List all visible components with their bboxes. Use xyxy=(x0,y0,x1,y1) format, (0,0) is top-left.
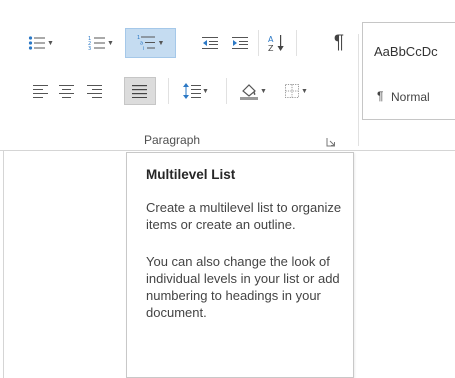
chevron-down-icon: ▼ xyxy=(157,39,165,47)
align-center-button[interactable] xyxy=(56,80,78,102)
style-name-normal: Normal xyxy=(391,90,430,104)
toolbar-separator xyxy=(296,30,297,56)
toolbar-separator xyxy=(258,30,259,56)
toolbar-separator xyxy=(168,78,169,104)
tooltip-title: Multilevel List xyxy=(146,167,236,182)
increase-indent-icon xyxy=(232,37,248,49)
svg-text:i: i xyxy=(143,46,144,52)
multilevel-list-tooltip: Multilevel List Create a multilevel list… xyxy=(126,152,354,378)
styles-gallery[interactable]: AaBbCcDc ¶ Normal xyxy=(362,22,455,120)
align-left-button[interactable] xyxy=(30,80,52,102)
multilevel-list-icon: 1 a i xyxy=(137,35,155,52)
paragraph-ribbon-group: ▼ 1 2 3 ▼ 1 a i ▼ A Z ¶ ▼ ▼ ▼ Paragraph … xyxy=(0,0,455,151)
numbered-list-icon: 1 2 3 xyxy=(88,36,106,51)
group-separator xyxy=(358,34,359,146)
bullet-list-icon xyxy=(28,36,46,50)
decrease-indent-button[interactable] xyxy=(196,32,224,54)
bullets-button[interactable]: ▼ xyxy=(24,32,58,54)
svg-text:Z: Z xyxy=(268,44,274,53)
style-sample-text: AaBbCcDc xyxy=(374,44,438,59)
borders-button[interactable]: ▼ xyxy=(276,80,316,102)
tooltip-description: Create a multilevel list to organize ite… xyxy=(146,200,342,232)
shading-button[interactable]: ▼ xyxy=(234,80,272,102)
align-left-icon xyxy=(33,85,48,98)
justify-button[interactable] xyxy=(124,77,156,105)
align-right-icon xyxy=(87,85,102,98)
toolbar-separator xyxy=(226,78,227,104)
sort-az-icon: A Z xyxy=(268,35,284,53)
tooltip-details: You can also change the look of individu… xyxy=(146,254,340,320)
svg-text:3: 3 xyxy=(88,46,91,51)
multilevel-list-button[interactable]: 1 a i ▼ xyxy=(125,28,176,58)
show-hide-button[interactable]: ¶ xyxy=(326,30,352,56)
svg-text:A: A xyxy=(268,35,274,44)
dialog-launcher-icon[interactable] xyxy=(326,137,336,147)
line-spacing-button[interactable]: ▼ xyxy=(176,80,216,102)
chevron-down-icon: ▼ xyxy=(107,39,114,47)
align-center-icon xyxy=(59,85,74,98)
borders-icon xyxy=(285,84,300,98)
line-spacing-icon xyxy=(183,83,202,99)
chevron-down-icon: ▼ xyxy=(301,87,308,95)
decrease-indent-icon xyxy=(202,37,218,49)
document-edge xyxy=(3,150,4,378)
increase-indent-button[interactable] xyxy=(226,32,254,54)
paragraph-group-label: Paragraph xyxy=(144,133,201,147)
numbering-button[interactable]: 1 2 3 ▼ xyxy=(82,32,120,54)
sort-button[interactable]: A Z xyxy=(264,30,290,56)
chevron-down-icon: ▼ xyxy=(202,87,209,95)
chevron-down-icon: ▼ xyxy=(260,87,267,95)
pilcrow-icon: ¶ xyxy=(333,32,345,53)
justify-icon xyxy=(132,85,147,98)
align-right-button[interactable] xyxy=(84,80,106,102)
pilcrow-icon: ¶ xyxy=(377,89,384,103)
paint-bucket-icon xyxy=(240,84,259,100)
chevron-down-icon: ▼ xyxy=(47,39,54,47)
